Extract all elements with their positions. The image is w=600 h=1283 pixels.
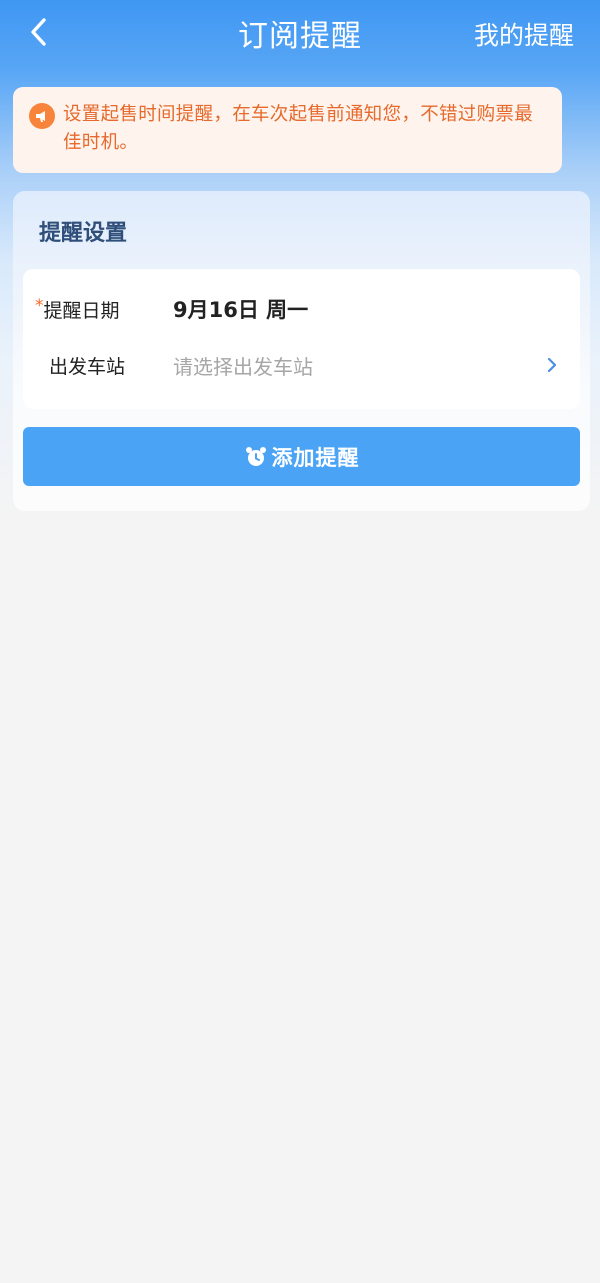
date-label: *提醒日期 <box>35 296 120 323</box>
alarm-clock-icon <box>245 446 266 466</box>
megaphone-icon <box>29 103 55 129</box>
settings-title: 提醒设置 <box>39 221 128 246</box>
reminder-form: *提醒日期 9月16日 周一 出发车站 请选择出发车站 <box>23 269 580 409</box>
date-row[interactable]: *提醒日期 9月16日 周一 <box>23 287 580 331</box>
add-reminder-button[interactable]: 添加提醒 <box>23 427 580 486</box>
date-value[interactable]: 9月16日 周一 <box>173 294 308 324</box>
nav-bar: 订阅提醒 我的提醒 <box>0 0 600 66</box>
station-placeholder[interactable]: 请选择出发车站 <box>173 351 313 380</box>
page-title: 订阅提醒 <box>238 19 362 54</box>
chevron-right-icon[interactable] <box>544 355 560 375</box>
notice-text: 设置起售时间提醒，在车次起售前通知您，不错过购票最佳时机。 <box>63 104 534 153</box>
my-reminders-link[interactable]: 我的提醒 <box>474 16 574 52</box>
back-arrow-icon <box>31 18 46 46</box>
back-button[interactable] <box>22 12 56 52</box>
reminder-settings-card: 提醒设置 *提醒日期 9月16日 周一 出发车站 请选择出发车站 添加提醒 <box>13 191 590 511</box>
add-reminder-label: 添加提醒 <box>271 445 360 470</box>
station-row[interactable]: 出发车站 请选择出发车站 <box>23 343 580 387</box>
required-asterisk: * <box>35 295 44 316</box>
notice-banner: 设置起售时间提醒，在车次起售前通知您，不错过购票最佳时机。 <box>13 87 562 173</box>
station-label: 出发车站 <box>49 355 126 378</box>
date-label-text: 提醒日期 <box>43 299 120 322</box>
